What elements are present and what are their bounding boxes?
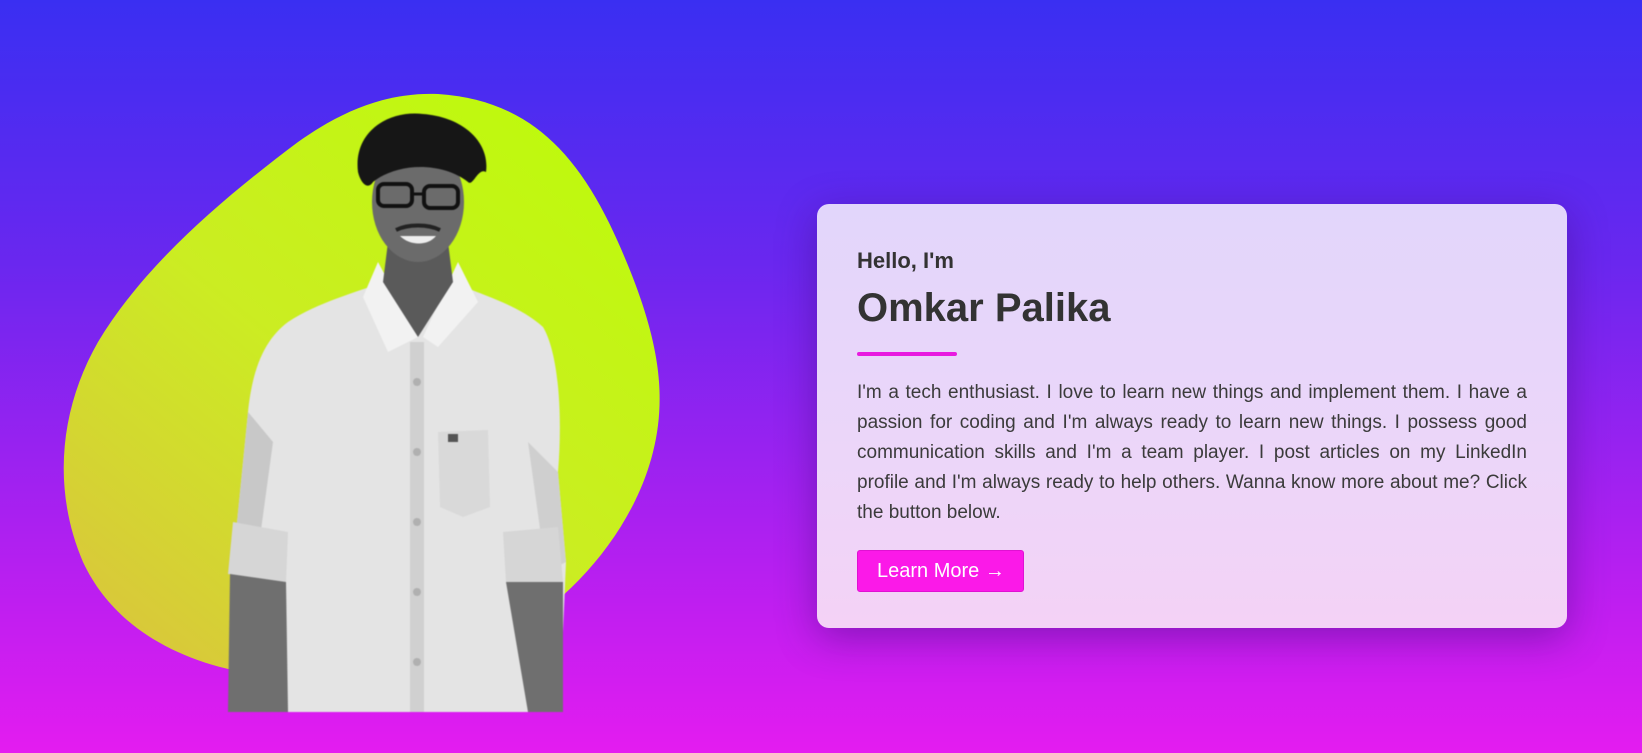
accent-divider xyxy=(857,352,957,356)
intro-card: Hello, I'm Omkar Palika I'm a tech enthu… xyxy=(817,204,1567,628)
learn-more-button[interactable]: Learn More → xyxy=(857,550,1024,592)
hero-section: Hello, I'm Omkar Palika I'm a tech enthu… xyxy=(0,0,1642,753)
bio-paragraph: I'm a tech enthusiast. I love to learn n… xyxy=(857,382,1527,523)
person-name: Omkar Palika xyxy=(857,286,1111,330)
greeting-text: Hello, I'm xyxy=(857,248,954,273)
portrait-area xyxy=(58,92,690,712)
profile-photo xyxy=(228,113,566,712)
